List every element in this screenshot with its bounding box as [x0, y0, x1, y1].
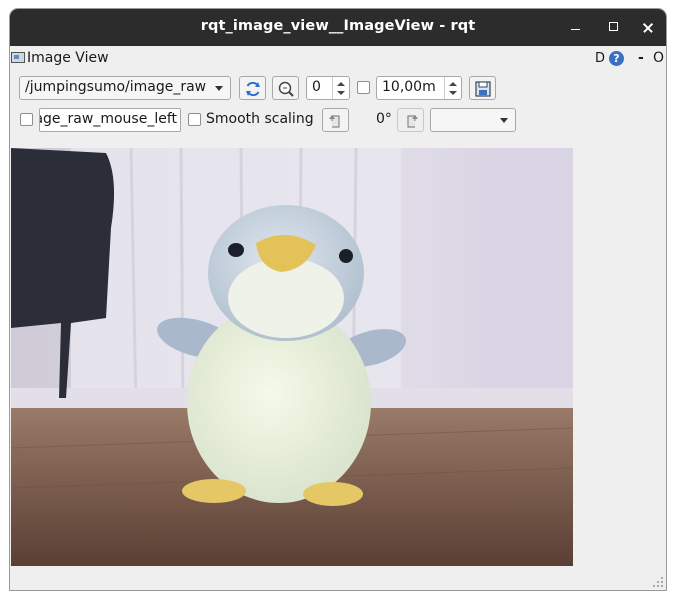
- spin-down-icon[interactable]: [337, 91, 345, 95]
- rotate-right-button[interactable]: [397, 108, 424, 132]
- smooth-scaling-checkbox[interactable]: [188, 113, 201, 126]
- dock-d-button[interactable]: D: [595, 51, 605, 66]
- rotate-left-icon: [329, 115, 340, 128]
- rotate-left-button[interactable]: [322, 108, 349, 132]
- gridlines-spinbox[interactable]: 0: [306, 76, 350, 100]
- mouse-topic-input[interactable]: age_raw_mouse_left: [39, 108, 181, 132]
- help-icon[interactable]: ?: [609, 51, 624, 66]
- camera-image-view[interactable]: [11, 148, 573, 566]
- spin-separator: [444, 77, 445, 99]
- chevron-down-icon: [500, 118, 508, 123]
- refresh-button[interactable]: [239, 76, 266, 100]
- max-depth-value: 10,00m: [382, 79, 436, 95]
- zoom-button[interactable]: [272, 76, 299, 100]
- dock-title: Image View: [27, 50, 109, 66]
- max-depth-spinbox[interactable]: 10,00m: [376, 76, 462, 100]
- gridlines-value: 0: [312, 79, 321, 95]
- chevron-down-icon: [215, 86, 223, 91]
- spin-separator: [332, 77, 333, 99]
- save-icon: [475, 81, 491, 97]
- depth-checkbox[interactable]: [357, 81, 370, 94]
- spin-up-icon[interactable]: [337, 82, 345, 86]
- rotate-right-icon: [407, 115, 418, 128]
- zoom-icon: [278, 81, 294, 97]
- topic-select-value: /jumpingsumo/image_raw: [25, 79, 207, 95]
- window-icon: [11, 52, 25, 63]
- title-bar[interactable]: rqt_image_view__ImageView - rqt: [10, 9, 666, 46]
- mouse-topic-value: age_raw_mouse_left: [39, 111, 177, 127]
- rotation-label: 0°: [376, 111, 392, 127]
- close-button[interactable]: [638, 17, 660, 37]
- topic-select[interactable]: /jumpingsumo/image_raw: [19, 76, 231, 100]
- dock-close-button[interactable]: O: [653, 50, 664, 66]
- camera-image: [11, 148, 573, 566]
- save-button[interactable]: [469, 76, 496, 100]
- app-window: rqt_image_view__ImageView - rqt Image Vi…: [9, 8, 667, 591]
- extra-select[interactable]: [430, 108, 516, 132]
- refresh-icon: [246, 81, 260, 97]
- spin-down-icon[interactable]: [449, 91, 457, 95]
- mouse-publish-checkbox[interactable]: [20, 113, 33, 126]
- dock-minimize-button[interactable]: -: [638, 50, 644, 66]
- minimize-button[interactable]: [565, 17, 587, 37]
- spin-up-icon[interactable]: [449, 82, 457, 86]
- dock-header: Image View D ? - O: [10, 49, 666, 69]
- resize-grip[interactable]: [653, 577, 663, 587]
- maximize-button[interactable]: [603, 17, 625, 37]
- smooth-scaling-label: Smooth scaling: [206, 111, 314, 127]
